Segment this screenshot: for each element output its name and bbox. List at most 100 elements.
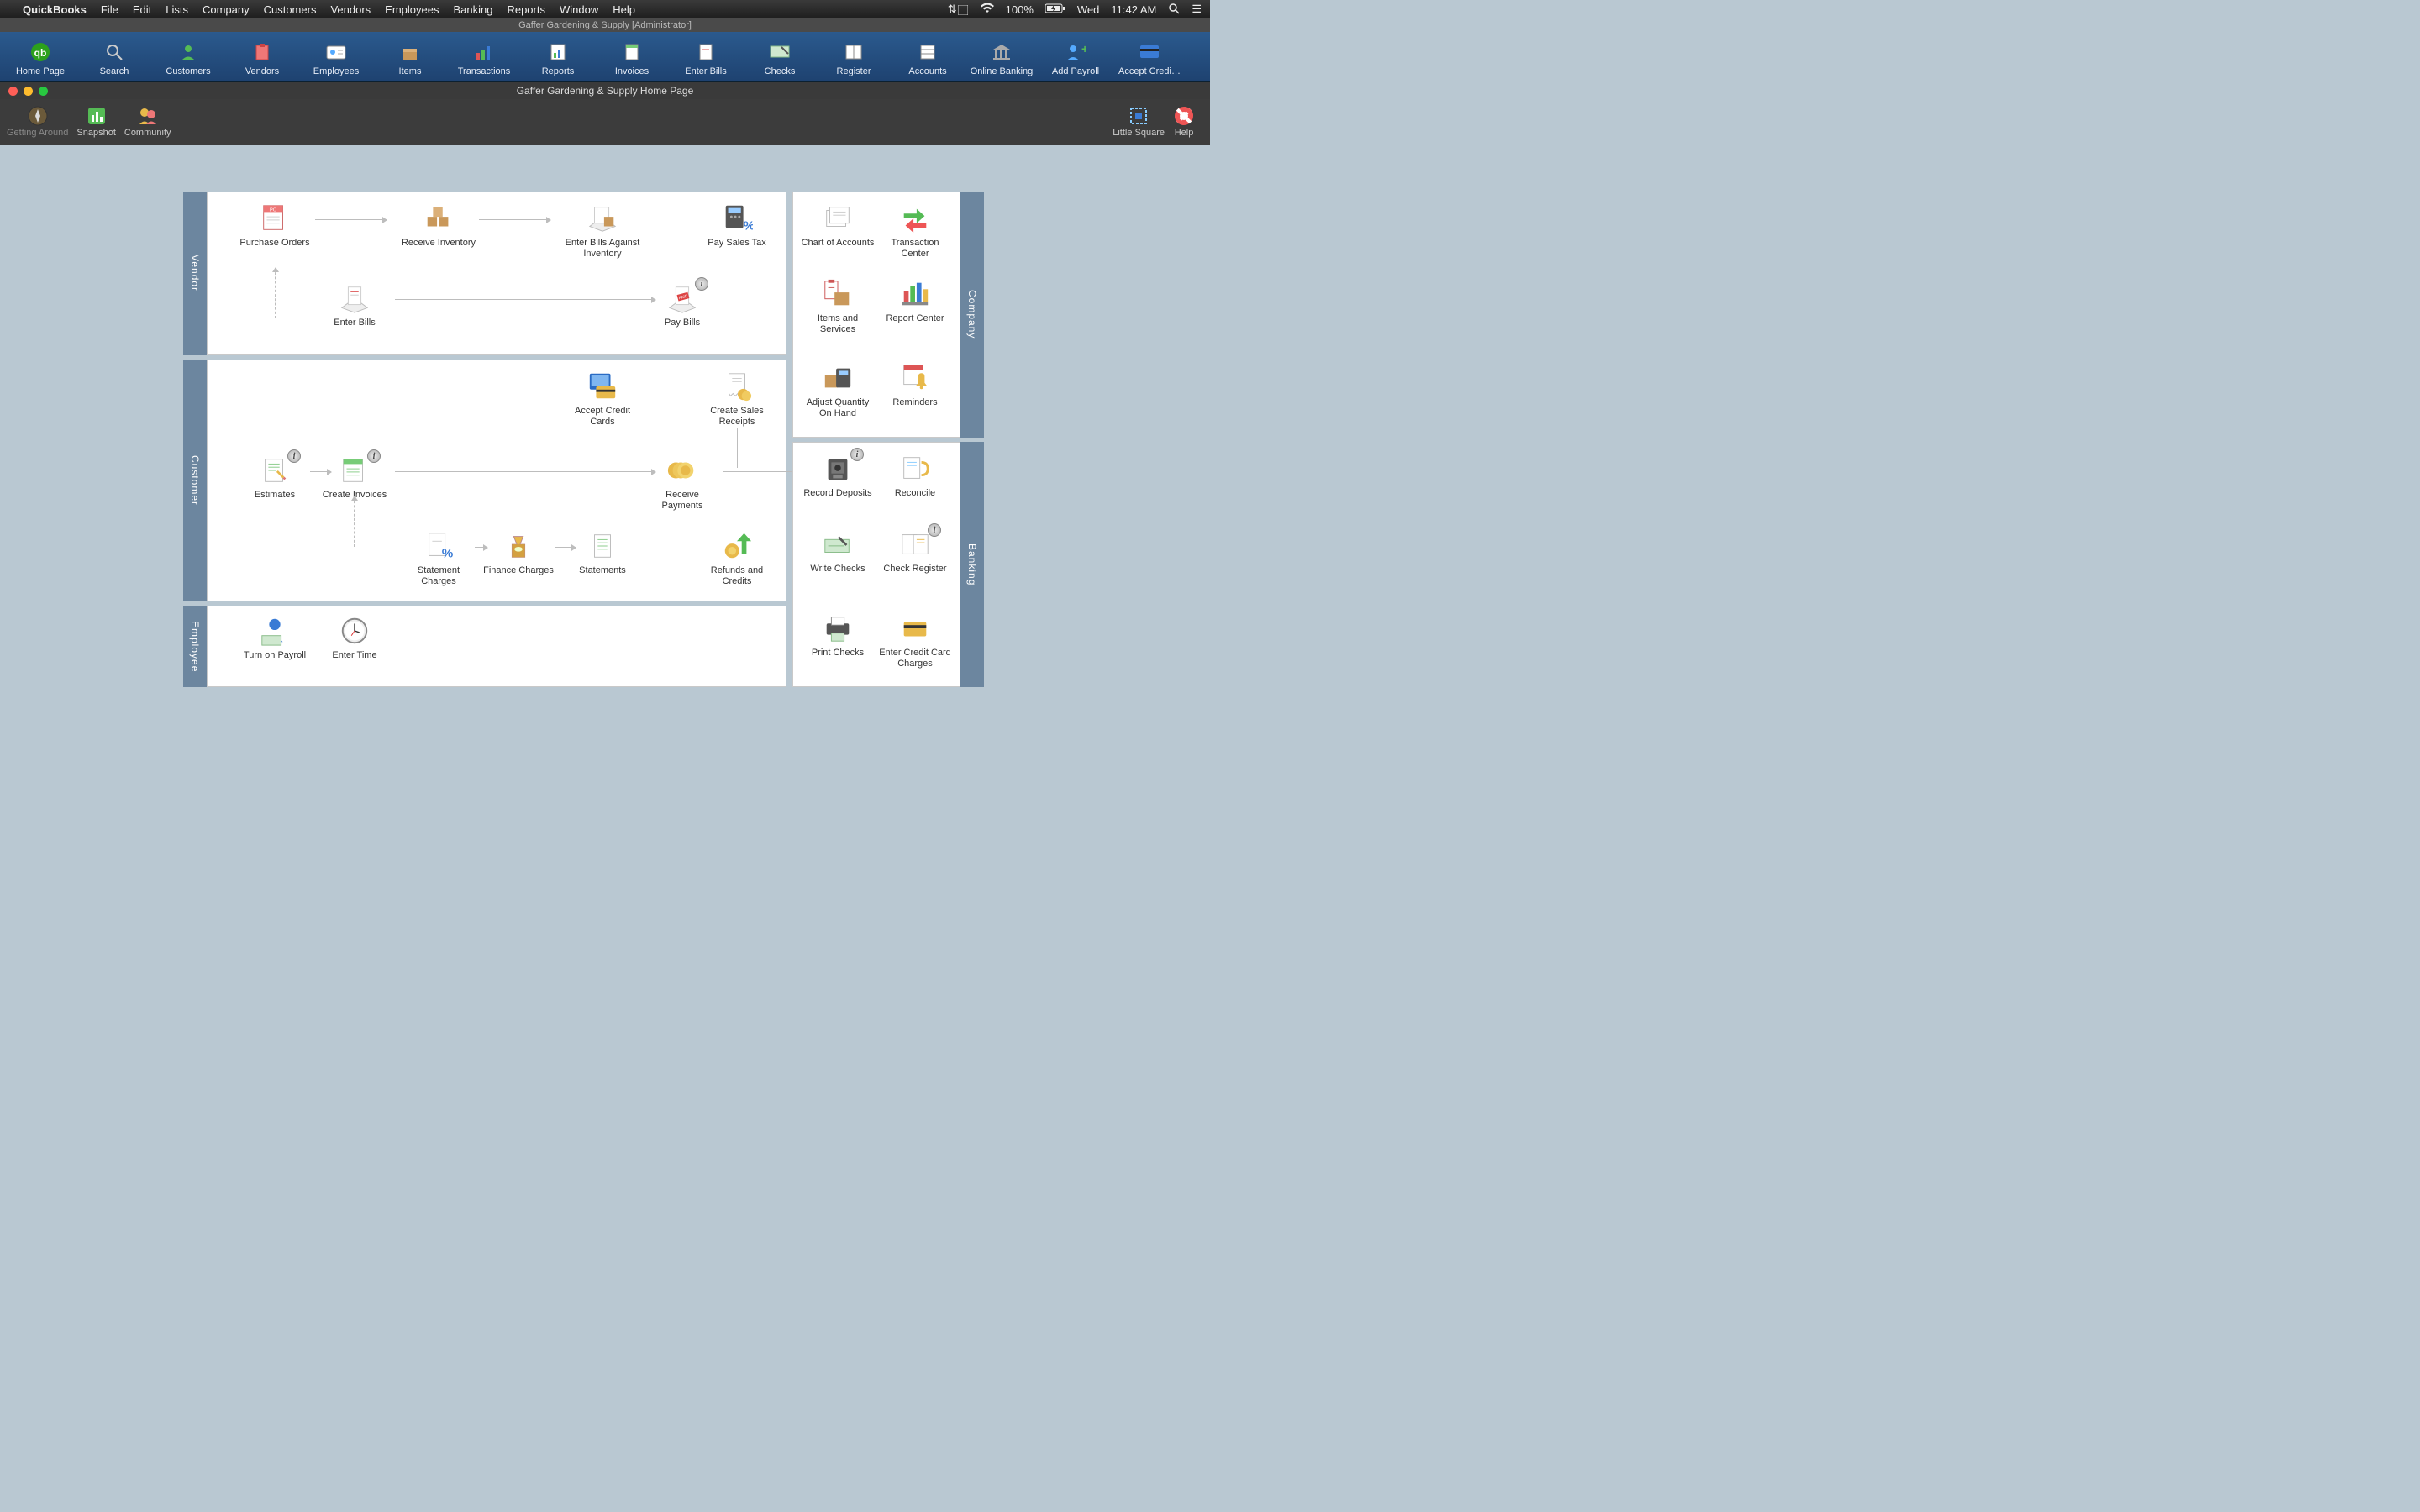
customer-panel: Accept Credit Cards Create Sales Receipt… <box>207 360 786 601</box>
menu-edit[interactable]: Edit <box>133 3 151 16</box>
snapshot-icon <box>76 104 115 128</box>
app-name[interactable]: QuickBooks <box>23 3 87 16</box>
node-pay-sales-tax[interactable]: %Pay Sales Tax <box>699 201 775 260</box>
check-icon <box>743 41 817 63</box>
zoom-button[interactable] <box>39 87 48 96</box>
subwindow-toolbar: Getting AroundSnapshot Community Little Sq… <box>0 99 1210 145</box>
help-icon <box>1173 104 1195 128</box>
menu-help[interactable]: Help <box>613 3 635 16</box>
menu-banking[interactable]: Banking <box>453 3 492 16</box>
svg-text:%: % <box>744 218 753 233</box>
menu-lists[interactable]: Lists <box>166 3 188 16</box>
node-pay-bills[interactable]: PAIDPay Billsi <box>644 281 720 339</box>
node-reconcile[interactable]: Reconcile <box>877 451 953 510</box>
updown-icon[interactable]: ⇅ <box>948 3 957 16</box>
subwindow-titlebar: Gaffer Gardening & Supply Home Page <box>0 82 1210 99</box>
subtool-getting-around: Getting Around <box>7 104 68 138</box>
node-turn-on-payroll[interactable]: Turn on Payroll <box>237 613 313 672</box>
node-write-checks[interactable]: Write Checks <box>800 527 876 585</box>
toolbar-add-payroll[interactable]: +Add Payroll <box>1039 38 1113 76</box>
subtool-community[interactable]: Community <box>124 104 171 138</box>
node-receive-payments[interactable]: Receive Payments <box>644 453 720 512</box>
menu-file[interactable]: File <box>101 3 118 16</box>
battery-icon[interactable] <box>1045 3 1065 16</box>
menu-employees[interactable]: Employees <box>385 3 439 16</box>
toolbar-accounts[interactable]: Accounts <box>891 38 965 76</box>
node-items-services[interactable]: Items and Services <box>800 276 876 335</box>
node-enter-time[interactable]: Enter Time <box>317 613 392 672</box>
toolbar-transactions[interactable]: Transactions <box>447 38 521 76</box>
node-check-register[interactable]: Check Registeri <box>877 527 953 585</box>
svg-text:PO: PO <box>270 207 277 213</box>
node-txn-center[interactable]: Transaction Center <box>877 201 953 260</box>
node-enter-bills[interactable]: Enter Bills <box>317 281 392 339</box>
node-enter-cc-charges[interactable]: Enter Credit Card Charges <box>877 611 953 669</box>
node-print-checks[interactable]: Print Checks <box>800 611 876 669</box>
clock-time[interactable]: 11:42 AM <box>1111 3 1156 16</box>
toolbar-accept-credi-[interactable]: Accept Credi… <box>1113 38 1186 76</box>
minimize-button[interactable] <box>24 87 33 96</box>
node-refunds[interactable]: Refunds and Credits <box>699 528 775 587</box>
subwindow-title: Gaffer Gardening & Supply Home Page <box>0 85 1210 97</box>
employee-panel: Turn on Payroll Enter Time <box>207 606 786 687</box>
toolbar-vendors[interactable]: Vendors <box>225 38 299 76</box>
square-icon <box>1113 104 1165 128</box>
battery-percent: 100% <box>1006 3 1034 16</box>
svg-text:+: + <box>1081 43 1086 55</box>
toolbar-enter-bills[interactable]: Enter Bills <box>669 38 743 76</box>
clipboard-icon <box>225 41 299 63</box>
node-purchase-orders[interactable]: POPurchase Orders <box>237 201 313 260</box>
toolbar-home-page[interactable]: qbHome Page <box>3 38 77 76</box>
node-adjust-qty[interactable]: Adjust Quantity On Hand <box>800 360 876 419</box>
ledger-icon <box>891 41 965 63</box>
section-label-vendor: Vendor <box>183 192 207 355</box>
node-finance-charges[interactable]: Finance Charges <box>481 528 556 587</box>
spotlight-icon[interactable] <box>1168 3 1180 17</box>
qb-icon: qb <box>3 41 77 63</box>
node-receive-inventory[interactable]: Receive Inventory <box>401 201 476 260</box>
svg-text:%: % <box>442 546 454 560</box>
bank-icon <box>965 41 1039 63</box>
section-label-customer: Customer <box>183 360 207 601</box>
toolbar-customers[interactable]: Customers <box>151 38 225 76</box>
clock-day[interactable]: Wed <box>1077 3 1100 16</box>
menu-icon[interactable]: ☰ <box>1192 3 1202 16</box>
subtool-little-square[interactable]: Little Square <box>1113 104 1165 138</box>
toolbar-employees[interactable]: Employees <box>299 38 373 76</box>
window-titlebar: Gaffer Gardening & Supply [Administrator… <box>0 18 1210 32</box>
close-button[interactable] <box>8 87 18 96</box>
toolbar-register[interactable]: Register <box>817 38 891 76</box>
node-create-invoices[interactable]: Create Invoicesi <box>317 453 392 512</box>
register-icon <box>817 41 891 63</box>
toolbar-checks[interactable]: Checks <box>743 38 817 76</box>
node-chart-accounts[interactable]: Chart of Accounts <box>800 201 876 260</box>
toolbar-online-banking[interactable]: Online Banking <box>965 38 1039 76</box>
menu-window[interactable]: Window <box>560 3 598 16</box>
node-statements[interactable]: Statements <box>565 528 640 587</box>
node-reminders[interactable]: Reminders <box>877 360 953 419</box>
subtool-help[interactable]: Help <box>1173 104 1195 138</box>
search-icon <box>77 41 151 63</box>
menu-company[interactable]: Company <box>203 3 250 16</box>
node-report-center[interactable]: Report Center <box>877 276 953 335</box>
node-record-deposits[interactable]: Record Depositsi <box>800 451 876 510</box>
toolbar-items[interactable]: Items <box>373 38 447 76</box>
section-label-employee: Employee <box>183 606 207 687</box>
node-estimates[interactable]: Estimatesi <box>237 453 313 512</box>
menu-vendors[interactable]: Vendors <box>330 3 371 16</box>
menu-reports[interactable]: Reports <box>507 3 545 16</box>
wifi-icon[interactable] <box>981 3 994 16</box>
section-label-banking: Banking <box>960 442 984 687</box>
node-create-sales-receipts[interactable]: Create Sales Receipts <box>699 369 775 428</box>
node-enter-bills-inventory[interactable]: Enter Bills Against Inventory <box>565 201 640 260</box>
toolbar-reports[interactable]: Reports <box>521 38 595 76</box>
toolbar-invoices[interactable]: Invoices <box>595 38 669 76</box>
subtool-snapshot[interactable]: Snapshot <box>76 104 115 138</box>
menu-customers[interactable]: Customers <box>264 3 317 16</box>
person-plus-icon: + <box>1039 41 1113 63</box>
node-accept-cc[interactable]: Accept Credit Cards <box>565 369 640 428</box>
node-statement-charges[interactable]: %Statement Charges <box>401 528 476 587</box>
toolbar-search[interactable]: Search <box>77 38 151 76</box>
card-icon <box>1113 41 1186 63</box>
mac-menubar: QuickBooks File Edit Lists Company Custo… <box>0 0 1210 18</box>
